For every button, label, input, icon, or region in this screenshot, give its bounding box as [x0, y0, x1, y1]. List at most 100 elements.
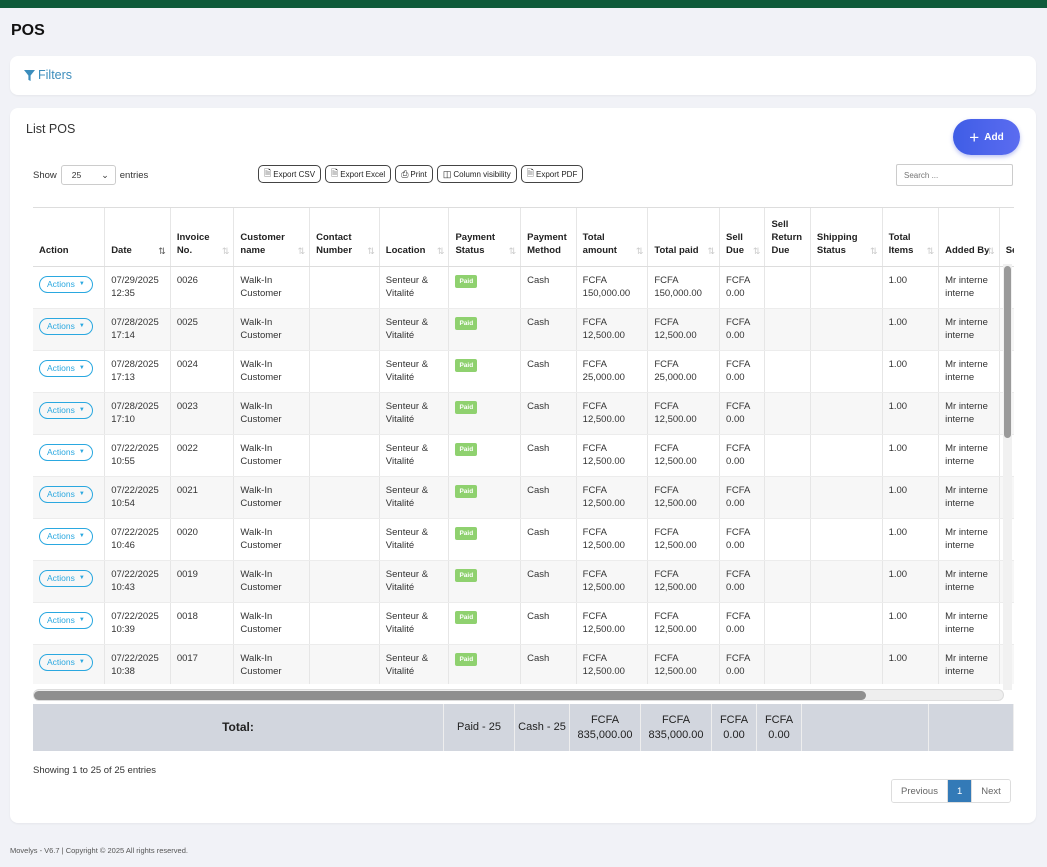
cell-sell-return-due [764, 476, 811, 519]
totals-amount: FCFA 835,000.00 [570, 704, 641, 751]
cell-payment-status: Paid [448, 518, 522, 561]
col-header-shipping-status[interactable]: Shipping Status ⇅ [810, 208, 883, 267]
cell-action: Actions ▼ [33, 560, 106, 603]
sort-icon: ⇅ [926, 246, 935, 257]
col-header-total-amount[interactable]: Total amount ⇅ [576, 208, 649, 267]
cell-action: Actions ▼ [33, 350, 106, 393]
col-header-payment-status[interactable]: Payment Status ⇅ [448, 208, 522, 267]
col-header-invoice-no[interactable]: Invoice No. ⇅ [170, 208, 235, 267]
cell-shipping-status [810, 350, 883, 393]
search-input[interactable] [896, 164, 1013, 186]
cell-location: Senteur & Vitalité [379, 602, 450, 645]
cell-payment-status: Paid [448, 644, 522, 684]
export-excel-button[interactable]: 🗎 Export Excel [325, 165, 392, 183]
actions-label: Actions [47, 320, 75, 331]
actions-dropdown-button[interactable]: Actions ▼ [39, 653, 93, 671]
file-pdf-icon: 🗎 [526, 168, 534, 178]
print-button[interactable]: ⎙ Print [395, 165, 433, 183]
actions-dropdown-button[interactable]: Actions ▼ [39, 401, 93, 419]
actions-label: Actions [47, 488, 75, 499]
actions-dropdown-button[interactable]: Actions ▼ [39, 359, 93, 377]
col-header-added-by[interactable]: Added By ⇅ [938, 208, 1000, 267]
col-header-date[interactable]: Date ⇅ [104, 208, 171, 267]
cell-date: 07/22/2025 10:38 [104, 644, 171, 684]
table-row: Actions ▼ 07/29/2025 12:35 0026 Walk-In Cust… [33, 266, 1014, 309]
cell-added-by: Mr interne interne [938, 644, 1000, 684]
cell-location: Senteur & Vitalité [379, 392, 450, 435]
cell-sell-return-due [764, 602, 811, 645]
caret-down-icon: ▼ [78, 448, 85, 455]
cell-payment-status: Paid [448, 350, 522, 393]
table-vertical-scrollbar[interactable] [1003, 264, 1012, 690]
col-header-total-paid[interactable]: Total paid ⇅ [647, 208, 721, 267]
show-label: Show [33, 169, 57, 181]
cell-contact-number [309, 392, 380, 435]
export-excel-label: Export Excel [340, 169, 386, 179]
previous-page-button[interactable]: Previous [892, 780, 947, 802]
actions-label: Actions [47, 362, 75, 373]
add-button[interactable]: + Add [953, 119, 1020, 155]
cell-payment-method: Cash [520, 602, 577, 645]
actions-dropdown-button[interactable]: Actions ▼ [39, 527, 93, 545]
actions-dropdown-button[interactable]: Actions ▼ [39, 485, 93, 503]
cell-total-items: 1.00 [882, 350, 940, 393]
actions-dropdown-button[interactable]: Actions ▼ [39, 611, 93, 629]
cell-date: 07/22/2025 10:46 [104, 518, 171, 561]
cell-sell-due: FCFA 0.00 [719, 434, 766, 477]
print-label: Print [410, 169, 427, 179]
col-header-total-items[interactable]: Total Items ⇅ [882, 208, 940, 267]
cell-sell-due: FCFA 0.00 [719, 644, 766, 684]
cell-added-by: Mr interne interne [938, 476, 1000, 519]
status-badge: Paid [455, 442, 478, 456]
export-pdf-button[interactable]: 🗎 Export PDF [520, 165, 584, 183]
totals-label: Total: [33, 704, 444, 751]
cell-contact-number [309, 350, 380, 393]
actions-dropdown-button[interactable]: Actions ▼ [39, 275, 93, 293]
table-row: Actions ▼ 07/22/2025 10:54 0021 Walk-In Cust… [33, 476, 1014, 519]
scrollbar-thumb[interactable] [34, 691, 866, 700]
columns-icon: ◫ [442, 168, 452, 179]
col-header-sell-note[interactable]: Sell note [999, 208, 1014, 267]
scrollbar-thumb[interactable] [1004, 266, 1011, 438]
page-1-button[interactable]: 1 [946, 780, 973, 802]
cell-customer-name: Walk-In Customer [233, 434, 311, 477]
actions-label: Actions [47, 404, 75, 415]
sort-icon: ⇅ [221, 246, 230, 257]
cell-contact-number [309, 602, 380, 645]
export-csv-label: Export CSV [273, 169, 316, 179]
cell-total-amount: FCFA 12,500.00 [576, 308, 649, 351]
actions-dropdown-button[interactable]: Actions ▼ [39, 569, 93, 587]
file-csv-icon: 🗎 [264, 168, 272, 178]
table-info: Showing 1 to 25 of 25 entries [33, 765, 157, 776]
status-badge: Paid [455, 568, 478, 582]
card-title: List POS [26, 122, 76, 136]
cell-invoice-no: 0017 [170, 644, 235, 684]
col-header-location[interactable]: Location ⇅ [379, 208, 450, 267]
table-horizontal-scrollbar[interactable] [33, 689, 1004, 701]
sort-desc-icon: ⇅ [158, 246, 166, 257]
actions-dropdown-button[interactable]: Actions ▼ [39, 317, 93, 335]
cell-sell-due: FCFA 0.00 [719, 560, 766, 603]
cell-location: Senteur & Vitalité [379, 434, 450, 477]
col-header-contact-number[interactable]: Contact Number ⇅ [309, 208, 380, 267]
table-row: Actions ▼ 07/28/2025 17:14 0025 Walk-In Cust… [33, 308, 1014, 351]
next-page-button[interactable]: Next [972, 780, 1010, 802]
export-csv-button[interactable]: 🗎 Export CSV [258, 165, 322, 183]
cell-payment-method: Cash [520, 350, 577, 393]
cell-total-items: 1.00 [882, 266, 940, 309]
col-header-sell-due[interactable]: Sell Due ⇅ [719, 208, 766, 267]
sort-icon: ⇅ [752, 246, 761, 257]
sort-icon: ⇅ [297, 246, 306, 257]
actions-dropdown-button[interactable]: Actions ▼ [39, 443, 93, 461]
totals-sell-return-due: FCFA 0.00 [757, 704, 802, 751]
cell-contact-number [309, 308, 380, 351]
column-visibility-button[interactable]: ◫ Column visibility [436, 165, 517, 183]
cell-location: Senteur & Vitalité [379, 560, 450, 603]
cell-total-paid: FCFA 12,500.00 [647, 518, 721, 561]
col-header-customer-name[interactable]: Customer name ⇅ [233, 208, 311, 267]
totals-payment-status: Paid - 25 [444, 704, 515, 751]
filters-toggle[interactable]: Filters [24, 68, 72, 82]
cell-invoice-no: 0018 [170, 602, 235, 645]
status-badge: Paid [455, 610, 478, 624]
page-length-select[interactable]: 25 ⌄ [60, 165, 116, 185]
